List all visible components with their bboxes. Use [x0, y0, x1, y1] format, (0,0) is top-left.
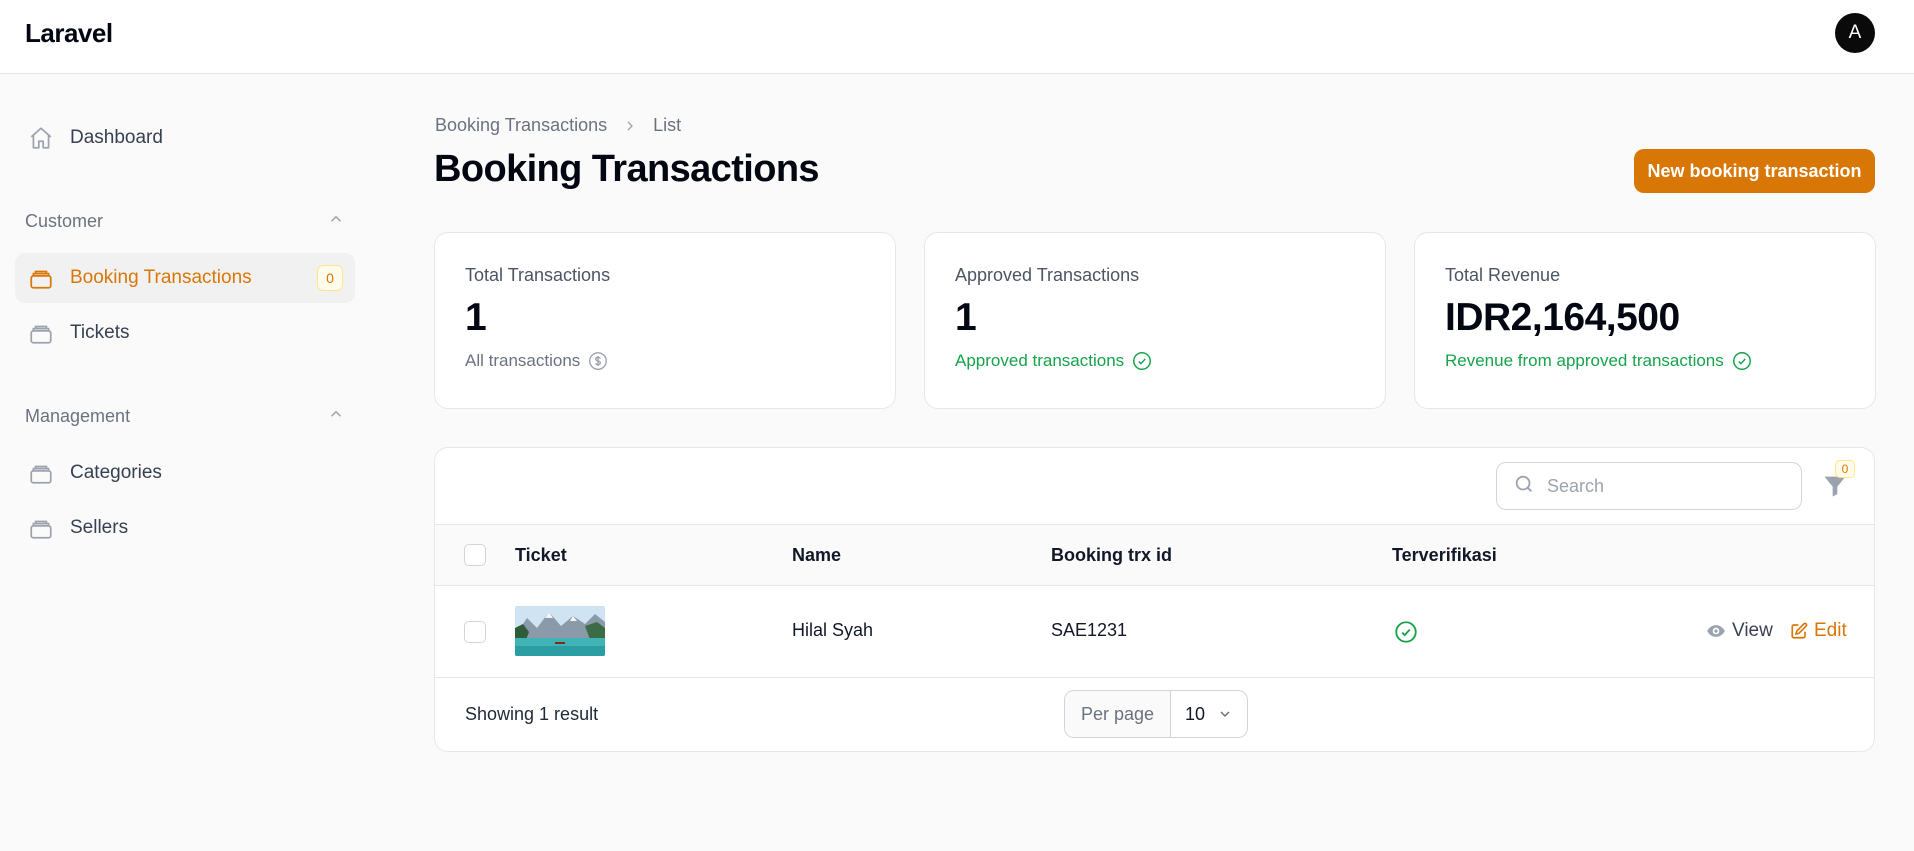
per-page-dropdown[interactable]: 10 [1171, 691, 1247, 737]
count-badge: 0 [317, 265, 343, 291]
sidebar-item-sellers[interactable]: Sellers [15, 503, 355, 553]
column-header-terverifikasi[interactable]: Terverifikasi [1392, 545, 1497, 566]
pencil-square-icon [1790, 622, 1808, 640]
user-avatar[interactable]: A [1835, 13, 1875, 53]
edit-action[interactable]: Edit [1790, 620, 1847, 642]
table-header: Ticket Name Booking trx id Terverifikasi [435, 524, 1874, 586]
stat-value: 1 [465, 296, 487, 339]
new-booking-transaction-button[interactable]: New booking transaction [1634, 149, 1875, 193]
top-bar: Laravel A [0, 0, 1914, 74]
cell-name: Hilal Syah [792, 620, 874, 640]
breadcrumb-parent[interactable]: Booking Transactions [435, 115, 607, 136]
sidebar-item-categories[interactable]: Categories [15, 448, 355, 498]
sidebar-group-label: Customer [25, 211, 104, 231]
filter-count-badge: 0 [1835, 460, 1855, 478]
chevron-up-icon [327, 405, 345, 428]
rectangle-stack-icon [27, 264, 55, 292]
currency-dollar-icon [587, 350, 609, 372]
sidebar-item-label: Categories [70, 462, 162, 483]
chevron-down-icon [1217, 706, 1233, 722]
sidebar-group-label: Management [25, 406, 131, 426]
search-input[interactable] [1547, 475, 1787, 497]
stat-label: Approved Transactions [955, 265, 1140, 285]
sidebar-item-dashboard[interactable]: Dashboard [15, 113, 355, 163]
sidebar-item-label: Dashboard [70, 127, 163, 148]
view-label: View [1732, 620, 1773, 641]
search-box[interactable] [1496, 462, 1802, 510]
stat-description: Approved transactions [955, 351, 1125, 370]
sidebar-item-booking-transactions[interactable]: Booking Transactions 0 [15, 253, 355, 303]
per-page-label: Per page [1065, 691, 1171, 737]
brand-logo[interactable]: Laravel [25, 18, 113, 49]
stat-description: Revenue from approved transactions [1445, 351, 1724, 370]
check-circle-icon [1731, 350, 1753, 372]
table-row[interactable]: Hilal Syah SAE1231 View Edit [435, 586, 1874, 678]
stat-card-approved-transactions: Approved Transactions 1 Approved transac… [924, 232, 1386, 409]
results-count: Showing 1 result [465, 704, 599, 724]
sidebar-item-label: Tickets [70, 322, 130, 343]
stat-value: IDR2,164,500 [1445, 296, 1680, 339]
breadcrumb: Booking Transactions List [435, 115, 681, 136]
sidebar-item-label: Sellers [70, 517, 129, 538]
per-page-select[interactable]: Per page 10 [1064, 690, 1248, 738]
eye-icon [1706, 621, 1726, 641]
sidebar-item-tickets[interactable]: Tickets [15, 308, 355, 358]
column-header-booking-trx-id[interactable]: Booking trx id [1051, 545, 1172, 566]
search-icon [1513, 473, 1535, 500]
row-checkbox[interactable] [464, 621, 486, 643]
home-icon [27, 124, 55, 152]
per-page-value: 10 [1185, 703, 1206, 724]
rectangle-stack-icon [27, 319, 55, 347]
booking-transactions-table: 0 Ticket Name Booking trx id Terverifika… [434, 447, 1875, 752]
breadcrumb-current: List [653, 115, 682, 135]
stat-description: All transactions [465, 351, 581, 370]
sidebar-item-label: Booking Transactions [70, 267, 252, 288]
stat-label: Total Transactions [465, 265, 611, 285]
stat-card-total-revenue: Total Revenue IDR2,164,500 Revenue from … [1414, 232, 1876, 409]
sidebar-group-management[interactable]: Management [25, 405, 345, 428]
select-all-checkbox[interactable] [464, 544, 486, 566]
chevron-up-icon [327, 210, 345, 233]
stat-value: 1 [955, 296, 977, 339]
stat-card-total-transactions: Total Transactions 1 All transactions [434, 232, 896, 409]
chevron-right-icon [622, 118, 638, 134]
page-title: Booking Transactions [434, 148, 820, 190]
view-action[interactable]: View [1706, 620, 1773, 642]
rectangle-stack-icon [27, 459, 55, 487]
rectangle-stack-icon [27, 514, 55, 542]
edit-label: Edit [1814, 620, 1847, 641]
verified-check-icon [1393, 619, 1419, 650]
column-header-name[interactable]: Name [792, 545, 841, 566]
column-header-ticket[interactable]: Ticket [515, 545, 567, 566]
cell-booking-trx-id: SAE1231 [1051, 620, 1128, 640]
sidebar-group-customer[interactable]: Customer [25, 210, 345, 233]
check-circle-icon [1131, 350, 1153, 372]
ticket-thumbnail [515, 606, 605, 656]
stat-label: Total Revenue [1445, 265, 1561, 285]
